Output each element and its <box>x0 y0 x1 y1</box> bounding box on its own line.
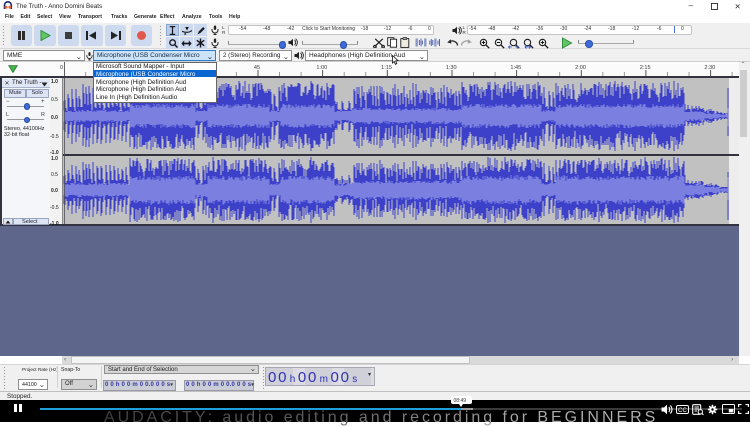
svg-text:CC: CC <box>678 407 687 413</box>
